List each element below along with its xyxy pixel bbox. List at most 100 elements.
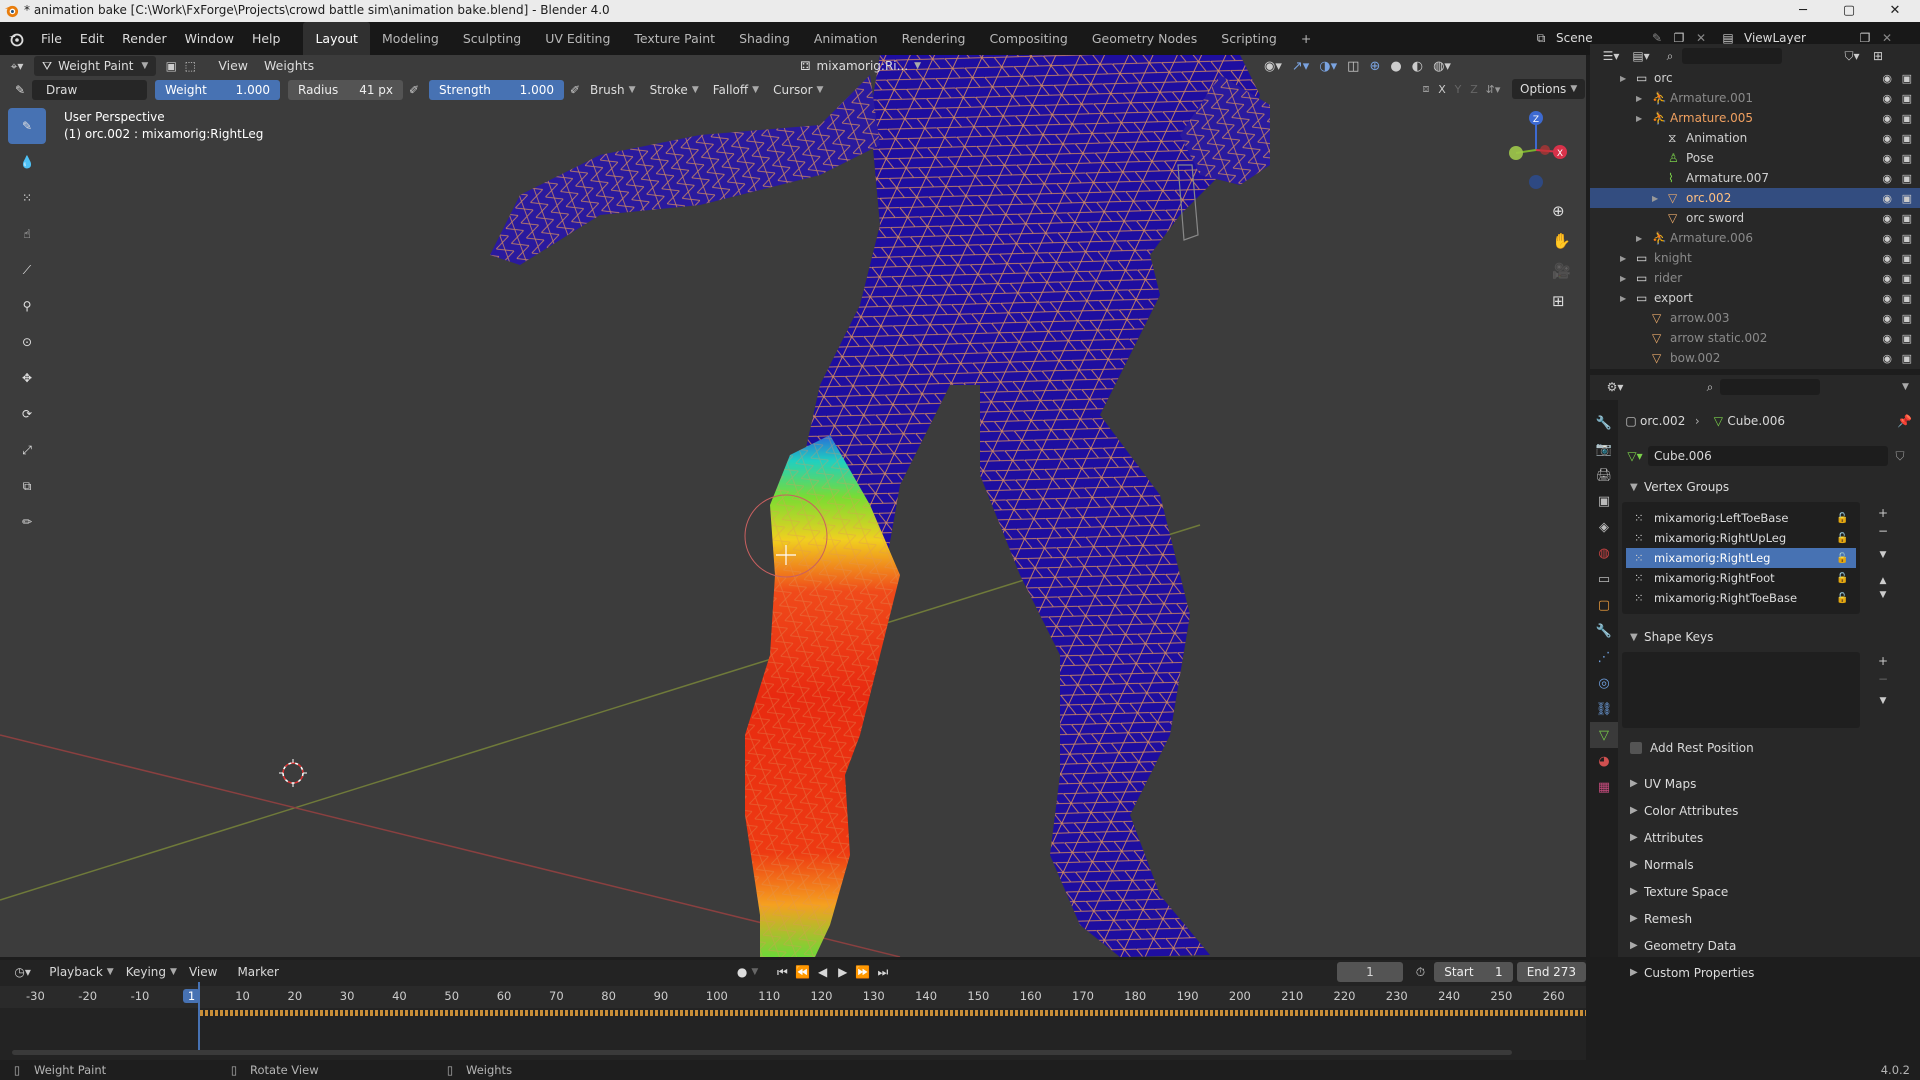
render-camera-icon[interactable]: ▣	[1902, 152, 1912, 165]
visibility-eye-icon[interactable]: ◉	[1882, 272, 1892, 285]
shape-key-specials-icon[interactable]: ▼	[1880, 696, 1887, 706]
visibility-eye-icon[interactable]: ◉	[1882, 192, 1892, 205]
mirror-y-toggle[interactable]: Y	[1450, 83, 1466, 96]
menu-render[interactable]: Render	[113, 22, 176, 55]
visibility-icon[interactable]: ◉▾	[1264, 59, 1282, 74]
search-icon[interactable]: ⌕	[1660, 49, 1680, 64]
outliner-item[interactable]: ▶ ⛹ Armature.006 ◉ ▣	[1590, 228, 1920, 248]
outliner-item[interactable]: ▽ arrow static.002 ◉ ▣	[1590, 328, 1920, 348]
mirror-icon[interactable]: ⧈	[1418, 82, 1434, 96]
render-camera-icon[interactable]: ▣	[1902, 292, 1912, 305]
render-camera-icon[interactable]: ▣	[1902, 312, 1912, 325]
visibility-eye-icon[interactable]: ◉	[1882, 352, 1892, 365]
scene-selector[interactable]: Scene	[1556, 31, 1646, 45]
radius-field[interactable]: Radius 41 px	[288, 79, 403, 100]
smear-tool-icon[interactable]: ☝	[8, 216, 46, 252]
vertex-groups-panel-header[interactable]: ▼ Vertex Groups	[1622, 476, 1912, 498]
outliner-item[interactable]: ▽ orc sword ◉ ▣	[1590, 208, 1920, 228]
expand-arrow-icon[interactable]: ▶	[1620, 74, 1636, 83]
texture-tab-icon[interactable]: ▦	[1590, 774, 1618, 800]
view-layer-icon[interactable]: ▤	[1712, 31, 1744, 45]
shading-material-icon[interactable]: ◐	[1412, 59, 1423, 74]
world-tab-icon[interactable]: ◍	[1590, 540, 1618, 566]
tab-uv-editing[interactable]: UV Editing	[533, 22, 622, 55]
render-camera-icon[interactable]: ▣	[1902, 272, 1912, 285]
minimize-button[interactable]: ─	[1780, 0, 1826, 22]
overlays-icon[interactable]: ◑▾	[1319, 59, 1337, 74]
outliner-item[interactable]: ▶ ▭ rider ◉ ▣	[1590, 268, 1920, 288]
current-frame-field[interactable]: 1	[1336, 962, 1403, 982]
render-camera-icon[interactable]: ▣	[1902, 332, 1912, 345]
outliner-item[interactable]: ▶ ▽ orc.002 ◉ ▣	[1590, 188, 1920, 208]
armature-bone-selector[interactable]: ⚃ mixamorig:Ri... ▼	[792, 56, 929, 76]
render-camera-icon[interactable]: ▣	[1902, 252, 1912, 265]
pin-scene-icon[interactable]: ✎	[1646, 31, 1668, 45]
add-vertex-group-icon[interactable]: +	[1878, 506, 1888, 520]
search-icon[interactable]: ⌕	[1700, 380, 1720, 395]
jump-start-icon[interactable]: ⏮	[772, 965, 792, 980]
transform-tool-icon[interactable]: ⧉	[8, 468, 46, 504]
remove-shape-key-icon[interactable]: −	[1878, 672, 1888, 686]
visibility-eye-icon[interactable]: ◉	[1882, 112, 1892, 125]
brush-preview-icon[interactable]: ✎	[8, 83, 32, 97]
visibility-eye-icon[interactable]: ◉	[1882, 252, 1892, 265]
collapsed-panel-header[interactable]: ▶ UV Maps	[1622, 770, 1912, 797]
render-camera-icon[interactable]: ▣	[1902, 112, 1912, 125]
constraints-tab-icon[interactable]: ⛓	[1590, 696, 1618, 722]
filter-icon[interactable]: ⛉▾	[1837, 49, 1867, 64]
3d-viewport[interactable]	[0, 55, 1586, 957]
menu-help[interactable]: Help	[243, 22, 290, 55]
radius-pressure-icon[interactable]: ✐	[403, 83, 425, 97]
outliner-item[interactable]: ▶ ▭ orc ◉ ▣	[1590, 68, 1920, 88]
timeline-ruler[interactable]: -30 -20 -10 1 10 20 30 40 50 60 70 80 90 100 110 120 130…	[0, 986, 1586, 1008]
visibility-eye-icon[interactable]: ◉	[1882, 172, 1892, 185]
outliner-item[interactable]: ▶ ▭ export ◉ ▣	[1590, 288, 1920, 308]
tab-animation[interactable]: Animation	[802, 22, 890, 55]
outliner-item[interactable]: ▽ arrow.003 ◉ ▣	[1590, 308, 1920, 328]
remove-vertex-group-icon[interactable]: −	[1878, 524, 1888, 538]
menu-edit[interactable]: Edit	[71, 22, 113, 55]
add-workspace-button[interactable]: +	[1289, 22, 1323, 55]
vertex-group-item[interactable]: ⁙ mixamorig:RightFoot 🔓	[1626, 568, 1856, 588]
outliner-item[interactable]: ▶ ▭ knight ◉ ▣	[1590, 248, 1920, 268]
expand-arrow-icon[interactable]: ▶	[1620, 294, 1636, 303]
average-tool-icon[interactable]: ⁙	[8, 180, 46, 216]
play-reverse-icon[interactable]: ◀	[813, 965, 833, 979]
expand-arrow-icon[interactable]: ▶	[1620, 274, 1636, 283]
view-menu[interactable]: View	[189, 965, 217, 979]
menu-weights[interactable]: Weights	[256, 55, 322, 77]
output-tab-icon[interactable]: 🖨	[1590, 462, 1618, 488]
new-collection-icon[interactable]: ⊞	[1867, 49, 1889, 63]
add-rest-position-checkbox[interactable]	[1630, 742, 1642, 754]
weight-field[interactable]: Weight 1.000	[155, 79, 280, 100]
tab-layout[interactable]: Layout	[303, 22, 370, 55]
tab-texture-paint[interactable]: Texture Paint	[622, 22, 727, 55]
maximize-button[interactable]: ▢	[1826, 0, 1872, 22]
mirror-options-icon[interactable]: ⇵▾	[1482, 83, 1504, 96]
delete-view-layer-icon[interactable]: ✕	[1876, 31, 1898, 45]
new-scene-icon[interactable]: ❐	[1668, 31, 1690, 45]
move-down-icon[interactable]: ▼	[1880, 590, 1887, 600]
draw-tool-icon[interactable]: ✎	[8, 108, 46, 144]
falloff-menu[interactable]: Falloff ▼	[709, 80, 763, 100]
move-up-icon[interactable]: ▲	[1880, 576, 1887, 586]
render-camera-icon[interactable]: ▣	[1902, 72, 1912, 85]
timeline-editor-icon[interactable]: ◷▾	[8, 965, 37, 979]
sample-weight-tool-icon[interactable]: ⚲	[8, 288, 46, 324]
visibility-eye-icon[interactable]: ◉	[1882, 152, 1892, 165]
cursor-menu[interactable]: Cursor ▼	[769, 80, 827, 100]
collapsed-panel-header[interactable]: ▶ Remesh	[1622, 905, 1912, 932]
breadcrumb-data[interactable]: Cube.006	[1727, 414, 1785, 428]
data-tab-icon[interactable]: ▽	[1590, 722, 1618, 748]
playback-menu[interactable]: Playback	[49, 965, 103, 979]
vertex-group-item[interactable]: ⁙ mixamorig:RightUpLeg 🔓	[1626, 528, 1856, 548]
close-window-button[interactable]: ✕	[1872, 0, 1918, 22]
lock-icon[interactable]: 🔓	[1836, 573, 1856, 584]
visibility-eye-icon[interactable]: ◉	[1882, 332, 1892, 345]
navigation-gizmo[interactable]: Z X	[1500, 108, 1570, 198]
shading-wireframe-icon[interactable]: ⊕	[1369, 59, 1380, 74]
outliner-item[interactable]: ▶ ⛹ Armature.001 ◉ ▣	[1590, 88, 1920, 108]
brush-menu[interactable]: Brush ▼	[586, 80, 640, 100]
marker-menu[interactable]: Marker	[237, 965, 278, 979]
visibility-eye-icon[interactable]: ◉	[1882, 72, 1892, 85]
